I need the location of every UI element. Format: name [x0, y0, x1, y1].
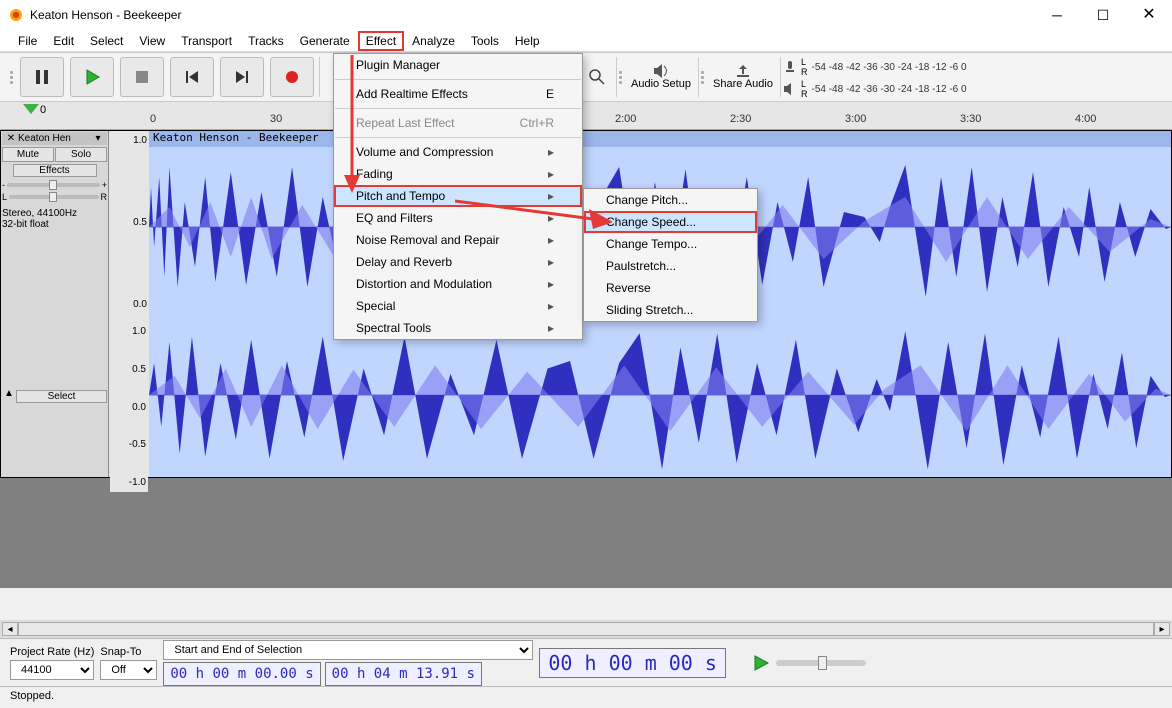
share-audio-button[interactable]: Share Audio	[708, 55, 778, 99]
annotation-arrow-1-icon	[340, 55, 364, 195]
menu-special[interactable]: Special▸	[334, 295, 582, 317]
audio-setup-button[interactable]: Audio Setup	[626, 55, 696, 99]
project-rate-label: Project Rate (Hz)	[10, 646, 94, 658]
skip-start-button[interactable]	[170, 57, 214, 97]
snap-to-label: Snap-To	[100, 646, 157, 658]
menu-distortion-modulation[interactable]: Distortion and Modulation▸	[334, 273, 582, 295]
menu-add-realtime-effects[interactable]: Add Realtime EffectsE	[334, 83, 582, 105]
play-at-speed-button[interactable]	[752, 654, 770, 672]
app-icon	[8, 7, 24, 23]
title-bar: Keaton Henson - Beekeeper ─ ☐ ✕	[0, 0, 1172, 30]
playback-meter[interactable]: LR -54 -48 -42 -36 -30 -24 -18 -12 -6 0	[783, 79, 967, 99]
zoom-button[interactable]	[583, 60, 611, 94]
empty-track-space[interactable]	[0, 478, 1172, 588]
track-format-info: Stereo, 44100Hz32-bit float	[2, 208, 107, 230]
menu-spectral-tools[interactable]: Spectral Tools▸	[334, 317, 582, 339]
record-button[interactable]	[270, 57, 314, 97]
track-control-panel: ✕ Keaton Hen ▾ Mute Solo Effects -+ LR S…	[1, 131, 109, 477]
menu-analyze[interactable]: Analyze	[404, 32, 463, 50]
track-menu-dropdown[interactable]: ▾	[91, 133, 105, 144]
menu-help[interactable]: Help	[507, 32, 548, 50]
menu-file[interactable]: File	[10, 32, 45, 50]
menu-edit[interactable]: Edit	[45, 32, 82, 50]
pan-slider[interactable]	[9, 195, 98, 199]
amplitude-axis-right-ch: 1.00.50.0-0.5-1.0	[110, 322, 148, 492]
stop-button[interactable]	[120, 57, 164, 97]
audio-position-display[interactable]: 00 h 00 m 00 s	[539, 648, 726, 678]
menu-volume-compression[interactable]: Volume and Compression▸	[334, 141, 582, 163]
scroll-left-button[interactable]: ◂	[2, 622, 18, 636]
solo-button[interactable]: Solo	[55, 147, 107, 162]
menu-view[interactable]: View	[131, 32, 173, 50]
menu-generate[interactable]: Generate	[292, 32, 358, 50]
menu-plugin-manager[interactable]: Plugin Manager	[334, 54, 582, 76]
skip-end-button[interactable]	[220, 57, 264, 97]
selection-format-select[interactable]: Start and End of Selection	[163, 640, 533, 660]
selection-toolbar: Project Rate (Hz) 44100 Snap-To Off Star…	[0, 638, 1172, 686]
clip-title[interactable]: Keaton Henson - Beekeeper	[149, 131, 1171, 147]
ruler-position: 0	[40, 104, 46, 116]
menu-tracks[interactable]: Tracks	[240, 32, 292, 50]
mute-button[interactable]: Mute	[2, 147, 54, 162]
selection-end-input[interactable]: 00 h 04 m 13.91 s	[325, 662, 482, 686]
minimize-button[interactable]: ─	[1034, 0, 1080, 30]
selection-start-input[interactable]: 00 h 00 m 00.00 s	[163, 662, 320, 686]
window-title: Keaton Henson - Beekeeper	[30, 8, 181, 22]
window-controls: ─ ☐ ✕	[1034, 0, 1172, 30]
menu-change-tempo[interactable]: Change Tempo...	[584, 233, 757, 255]
menu-tools[interactable]: Tools	[463, 32, 507, 50]
menu-select[interactable]: Select	[82, 32, 131, 50]
project-rate-select[interactable]: 44100	[10, 660, 94, 680]
horizontal-scrollbar[interactable]: ◂ ▸	[0, 620, 1172, 638]
bottom-panel: ◂ ▸ Project Rate (Hz) 44100 Snap-To Off …	[0, 620, 1172, 708]
menu-repeat-last-effect: Repeat Last EffectCtrl+R	[334, 112, 582, 134]
menu-transport[interactable]: Transport	[173, 32, 240, 50]
menu-reverse[interactable]: Reverse	[584, 277, 757, 299]
play-button[interactable]	[70, 57, 114, 97]
playhead-marker-icon[interactable]	[23, 104, 39, 114]
toolbar: Audio Setup Share Audio LR -54 -48 -42 -…	[0, 52, 1172, 102]
track-name-short[interactable]: Keaton Hen	[18, 133, 91, 144]
gain-slider[interactable]	[7, 183, 100, 187]
close-button[interactable]: ✕	[1126, 0, 1172, 30]
status-bar: Stopped.	[0, 686, 1172, 708]
menu-paulstretch[interactable]: Paulstretch...	[584, 255, 757, 277]
pause-button[interactable]	[20, 57, 64, 97]
timeline-ruler[interactable]: 0 0 30 2:00 2:30 3:00 3:30 4:00	[0, 102, 1172, 130]
menu-effect[interactable]: Effect	[358, 31, 404, 51]
annotation-arrow-2-icon	[455, 195, 615, 231]
status-text: Stopped.	[10, 690, 54, 702]
menu-sliding-stretch[interactable]: Sliding Stretch...	[584, 299, 757, 321]
snap-to-select[interactable]: Off	[100, 660, 157, 680]
track-select-button[interactable]: Select	[16, 390, 107, 403]
track-close-button[interactable]: ✕	[4, 133, 18, 144]
maximize-button[interactable]: ☐	[1080, 0, 1126, 30]
menu-fading[interactable]: Fading▸	[334, 163, 582, 185]
scroll-right-button[interactable]: ▸	[1154, 622, 1170, 636]
menu-bar: File Edit Select View Transport Tracks G…	[0, 30, 1172, 52]
playback-speed-slider[interactable]	[776, 660, 866, 666]
menu-noise-removal[interactable]: Noise Removal and Repair▸	[334, 229, 582, 251]
track-effects-button[interactable]: Effects	[13, 164, 97, 177]
record-meter[interactable]: LR -54 -48 -42 -36 -30 -24 -18 -12 -6 0	[783, 57, 967, 77]
menu-delay-reverb[interactable]: Delay and Reverb▸	[334, 251, 582, 273]
